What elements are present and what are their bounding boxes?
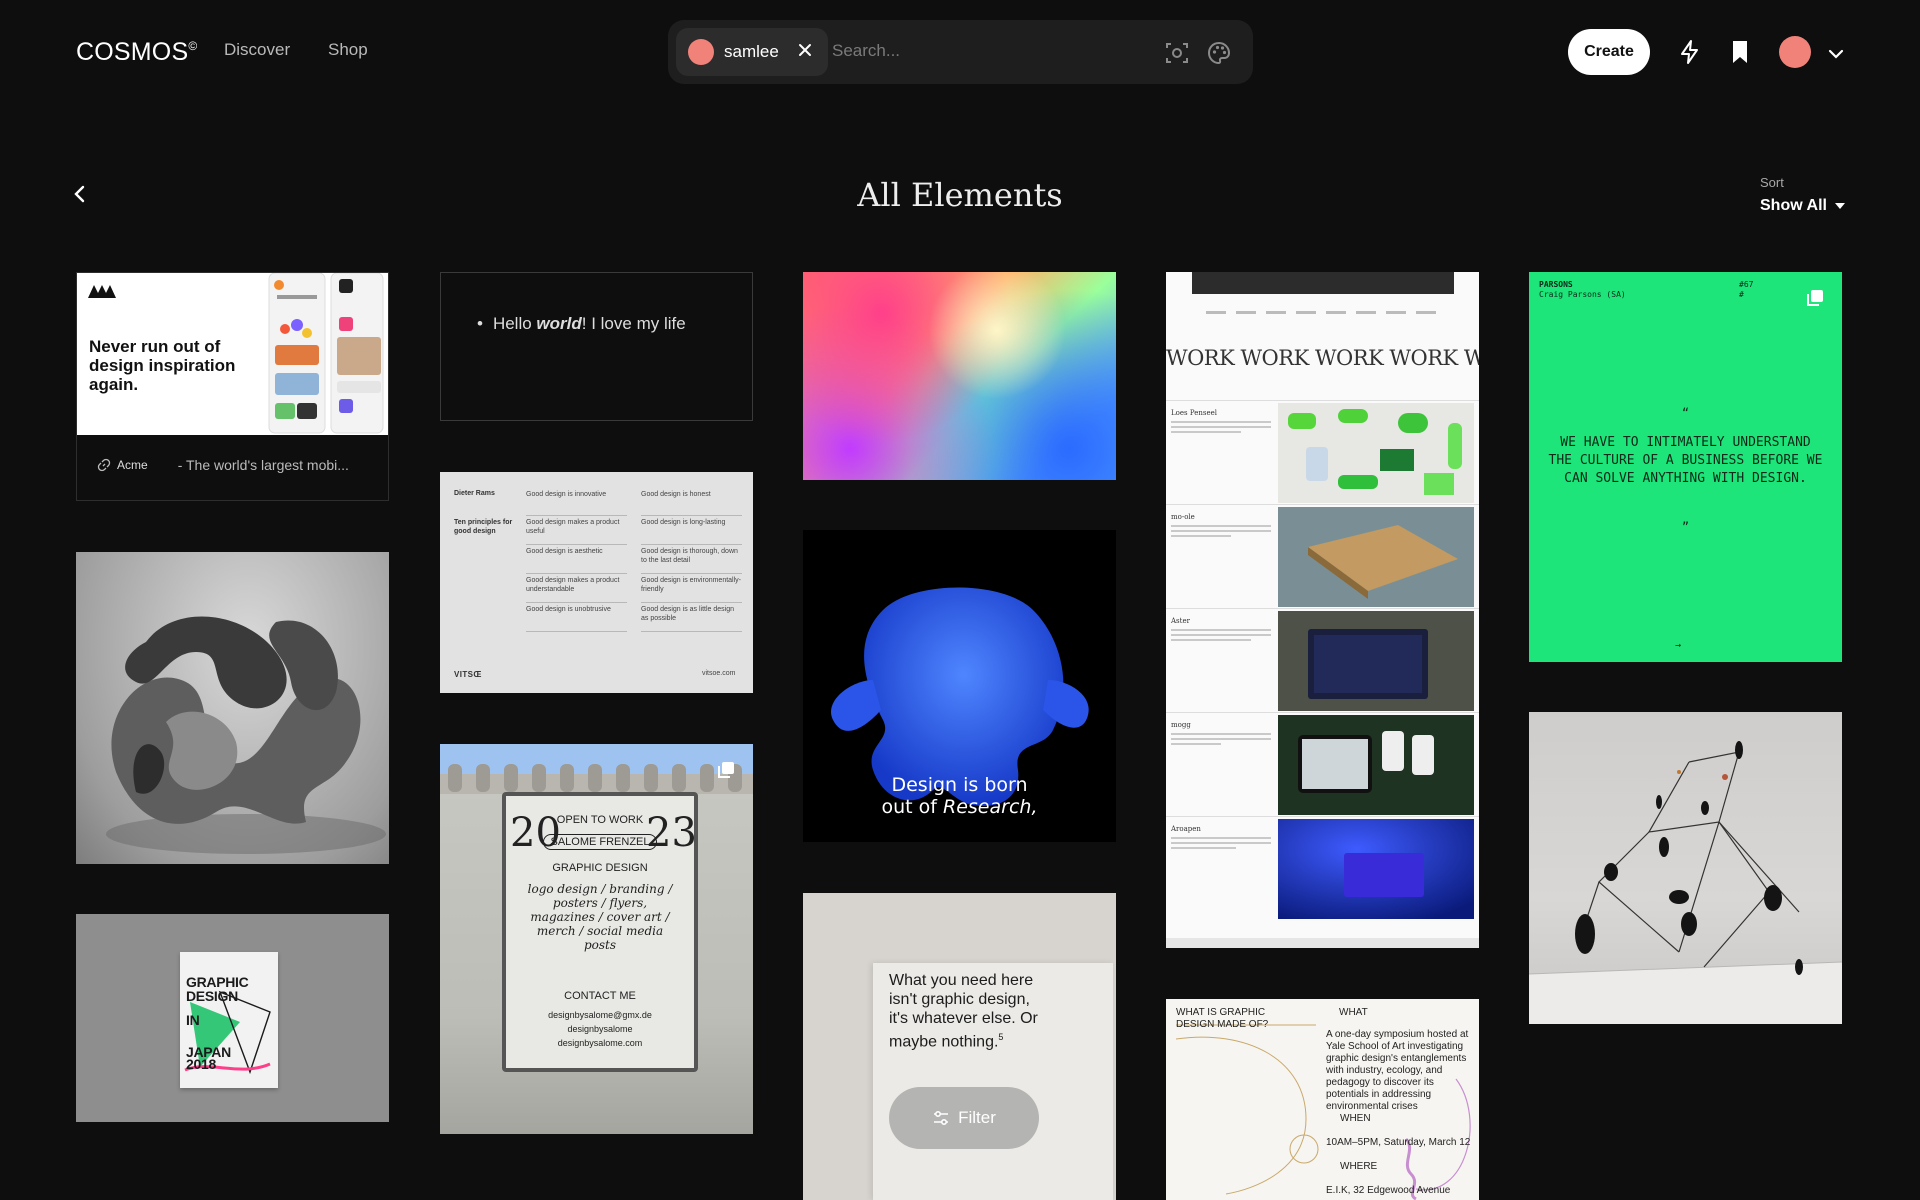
- multi-image-icon: [718, 762, 734, 778]
- nav-discover[interactable]: Discover: [224, 40, 290, 60]
- cosmos-logo[interactable]: COSMOS©: [76, 38, 197, 67]
- video-caption: Design is born out of Research,: [881, 774, 1038, 818]
- symposium-what-label: WHAT: [1339, 1007, 1368, 1018]
- note-text: • Hello world! I love my life: [477, 314, 686, 333]
- portfolio-image-laptop: [1278, 611, 1474, 711]
- element-card-acme-link[interactable]: Never run out of design inspiration agai…: [76, 272, 389, 501]
- portfolio-image-strip: [1192, 272, 1454, 294]
- link-preview-image: Never run out of design inspiration agai…: [77, 273, 388, 435]
- symposium-description: A one-day symposium hosted at Yale Schoo…: [1326, 1029, 1469, 1112]
- wood-sculpture-image: [106, 616, 386, 854]
- symposium-when-value: 10AM–5PM, Saturday, March 12: [1326, 1137, 1471, 1148]
- filter-label: Filter: [958, 1108, 996, 1127]
- chip-label: samlee: [724, 42, 779, 61]
- portfolio-nav: [1206, 311, 1436, 314]
- element-card-dieter-rams[interactable]: Dieter Rams Ten principles for good desi…: [440, 472, 753, 693]
- rams-name: Dieter Rams: [454, 490, 495, 497]
- link-description: - The world's largest mobi...: [177, 457, 349, 473]
- link-source-name: Acme: [117, 458, 148, 472]
- element-card-mobile-sculpture[interactable]: [1529, 712, 1842, 1024]
- arrow-right-icon: →: [1675, 640, 1682, 651]
- chevron-down-icon[interactable]: [1826, 44, 1846, 64]
- search-input[interactable]: Search...: [832, 41, 900, 61]
- bullet: •: [477, 314, 483, 333]
- symposium-where-label: WHERE: [1340, 1161, 1378, 1172]
- nav-shop[interactable]: Shop: [328, 40, 368, 60]
- note-emphasis: world: [536, 314, 582, 333]
- acme-logo-icon: [88, 285, 116, 298]
- quote-company: PARSONS Craig Parsons (SA): [1539, 280, 1626, 299]
- element-card-japan-poster[interactable]: GRAPHIC DESIGN IN JAPAN 2018: [76, 914, 389, 1122]
- sliders-icon: [934, 1110, 949, 1126]
- sort-value: Show All: [1760, 197, 1827, 214]
- close-quote-mark: ”: [1681, 520, 1690, 534]
- portfolio-footer-strip: [1166, 938, 1479, 948]
- graphic-design-japan-poster: GRAPHIC DESIGN IN JAPAN 2018: [180, 952, 278, 1088]
- element-card-green-quote[interactable]: PARSONS Craig Parsons (SA) #67 # “ WE HA…: [1529, 272, 1842, 662]
- multi-image-icon: [1807, 290, 1823, 306]
- user-avatar[interactable]: [1779, 36, 1811, 68]
- phone-mockups-image: [268, 273, 384, 434]
- poster-board: 20 23 OPEN TO WORK SALOME FRENZEL GRAPHI…: [502, 792, 698, 1072]
- bolt-icon[interactable]: [1676, 38, 1704, 66]
- principles-grid: Good design is innovative Good design is…: [526, 488, 742, 632]
- symposium-question: WHAT IS GRAPHIC DESIGN MADE OF?: [1176, 1007, 1269, 1030]
- vitsoe-brand: VITSŒ: [454, 670, 482, 679]
- element-card-sculpture-photo[interactable]: [76, 552, 389, 864]
- page-title: All Elements: [857, 176, 1063, 214]
- search-bar[interactable]: samlee Search...: [668, 20, 1253, 84]
- vitsoe-url: vitsoe.com: [702, 670, 736, 677]
- sort-label: Sort: [1760, 175, 1784, 190]
- portfolio-row: mo-ole: [1166, 504, 1479, 608]
- chip-avatar: [688, 39, 714, 65]
- portfolio-image-stickers: [1278, 403, 1474, 503]
- link-source-row: Acme - The world's largest mobi...: [97, 457, 377, 473]
- create-button[interactable]: Create: [1568, 29, 1650, 75]
- portfolio-image-blue: [1278, 819, 1474, 919]
- portfolio-image-devices: [1278, 715, 1474, 815]
- hanging-mobile-image: [1529, 741, 1842, 1024]
- palette-icon[interactable]: [1206, 40, 1232, 66]
- portfolio-image-box: [1278, 507, 1474, 607]
- quote-text: WE HAVE TO INTIMATELY UNDERSTAND THE CUL…: [1548, 435, 1823, 486]
- close-icon[interactable]: [794, 39, 816, 61]
- element-card-symposium-poster[interactable]: WHAT IS GRAPHIC DESIGN MADE OF? WHAT A o…: [1166, 999, 1479, 1200]
- quote-number: #67 #: [1739, 280, 1754, 299]
- bookmark-icon[interactable]: [1726, 38, 1754, 66]
- portfolio-row: Aster: [1166, 608, 1479, 712]
- lens-icon[interactable]: [1164, 40, 1190, 66]
- portfolio-row: mogg: [1166, 712, 1479, 816]
- symposium-when-label: WHEN: [1340, 1113, 1371, 1124]
- balustrade: [440, 764, 753, 794]
- portfolio-work-heading: WORK WORK WORK WORK WORK W: [1166, 346, 1479, 370]
- filter-button[interactable]: Filter: [889, 1087, 1039, 1149]
- element-card-portfolio-screenshot[interactable]: WORK WORK WORK WORK WORK W Loes Penseel …: [1166, 272, 1479, 948]
- element-card-video[interactable]: Design is born out of Research,: [803, 530, 1116, 842]
- element-card-what-you-need[interactable]: What you need here isn't graphic design,…: [803, 893, 1116, 1200]
- symposium-where-value: E.I.K, 32 Edgewood Avenue: [1326, 1185, 1451, 1196]
- portfolio-row: Loes Penseel: [1166, 400, 1479, 504]
- sort-dropdown[interactable]: Show All: [1760, 197, 1845, 215]
- user-filter-chip[interactable]: samlee: [676, 28, 828, 76]
- element-card-gradient-image[interactable]: [803, 272, 1116, 480]
- portfolio-row: Aroapen: [1166, 816, 1479, 920]
- rams-subtitle: Ten principles for good design: [454, 519, 513, 535]
- caret-down-icon: [1834, 203, 1845, 209]
- need-text: What you need here isn't graphic design,…: [889, 972, 1038, 1051]
- element-card-open-to-work-poster[interactable]: 20 23 OPEN TO WORK SALOME FRENZEL GRAPHI…: [440, 744, 753, 1134]
- open-quote-mark: “: [1681, 406, 1690, 420]
- link-icon: [97, 458, 111, 472]
- top-bar: COSMOS© Discover Shop samlee Search... C…: [0, 0, 1920, 104]
- link-preview-headline: Never run out of design inspiration agai…: [89, 337, 236, 394]
- element-card-note[interactable]: • Hello world! I love my life: [440, 272, 753, 421]
